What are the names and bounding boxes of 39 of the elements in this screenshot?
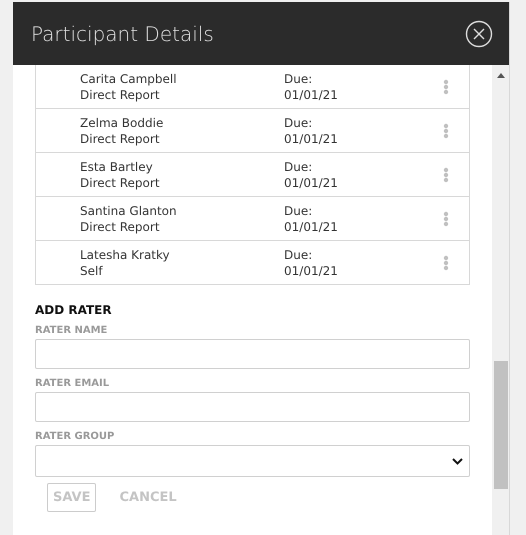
chevron-down-icon	[452, 458, 463, 464]
rater-name: Carita Campbell	[80, 70, 178, 86]
scrollbar-thumb[interactable]	[494, 361, 508, 489]
dropdown-field[interactable]	[35, 445, 470, 477]
more-options-icon[interactable]	[443, 254, 449, 270]
due-date: 01/01/21	[284, 86, 339, 102]
rater-name: Zelma Boddie	[80, 114, 164, 130]
rater-name: Santina Glanton	[80, 202, 178, 218]
rater-group: Direct Report	[80, 86, 284, 102]
due-date: 01/01/21	[284, 218, 339, 234]
due-label: Due:	[284, 70, 314, 86]
scrollbar[interactable]	[492, 65, 509, 535]
due-date: 01/01/21	[284, 130, 339, 146]
dialog-title: Participant Details	[31, 22, 214, 46]
close-button[interactable]	[465, 20, 493, 48]
rater-group: Direct Report	[80, 218, 284, 234]
rater-group: Direct Report	[80, 130, 284, 146]
due-label: Due:	[284, 158, 314, 174]
scroll-up-icon[interactable]	[496, 73, 504, 78]
rater-group: Self	[80, 262, 284, 278]
more-options-icon[interactable]	[443, 78, 449, 94]
due-label: Due:	[284, 114, 314, 130]
due-label: Due:	[284, 246, 314, 262]
rater-group: Direct Report	[80, 174, 284, 190]
field-label: RATER EMAIL	[35, 378, 110, 389]
rater-name: Esta Bartley	[80, 158, 154, 174]
due-date: 01/01/21	[284, 262, 339, 278]
field-label: RATER GROUP	[35, 431, 116, 442]
rater-name: Latesha Kratky	[80, 246, 171, 262]
field-label: RATER NAME	[35, 325, 108, 336]
more-options-icon[interactable]	[443, 166, 449, 182]
close-icon	[465, 20, 493, 48]
input-field[interactable]	[35, 339, 470, 369]
more-options-icon[interactable]	[443, 122, 449, 138]
section-heading: ADD RATER	[35, 303, 113, 317]
due-date: 01/01/21	[284, 174, 339, 190]
more-options-icon[interactable]	[443, 210, 449, 226]
input-field[interactable]	[35, 392, 470, 422]
due-label: Due:	[284, 202, 314, 218]
